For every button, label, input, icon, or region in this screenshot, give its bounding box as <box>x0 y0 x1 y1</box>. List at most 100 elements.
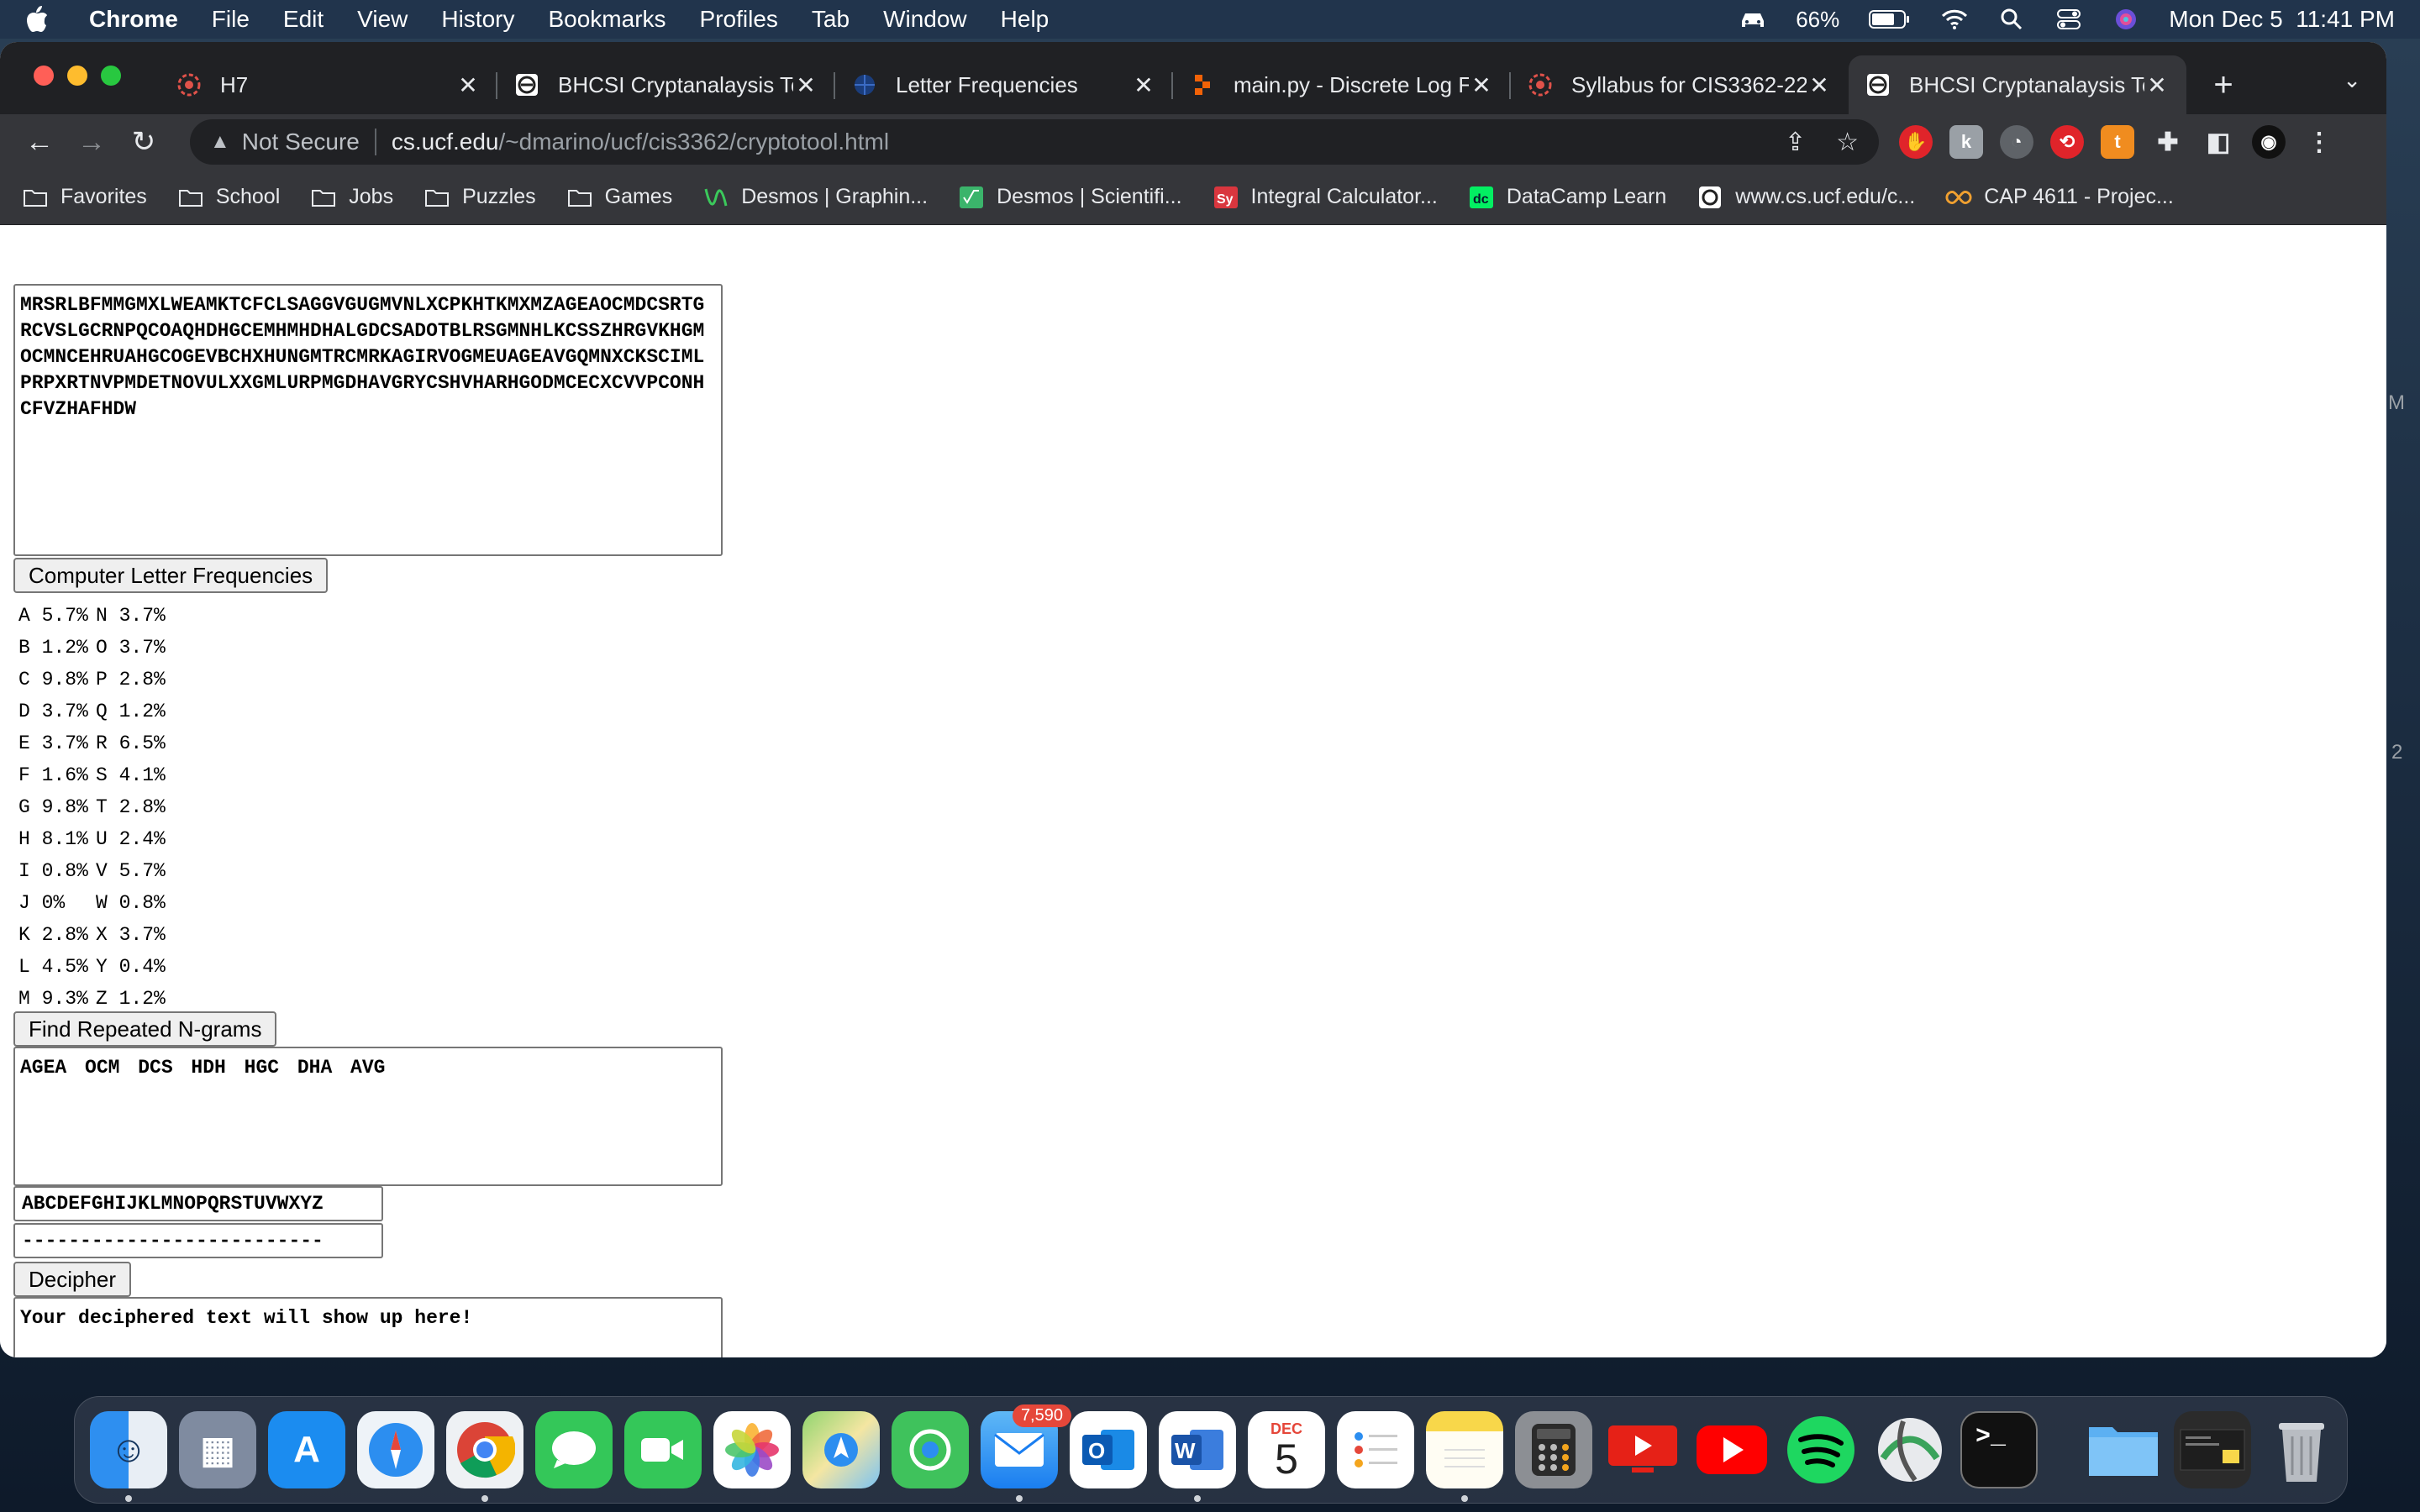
youtube-studio-icon[interactable] <box>1604 1411 1681 1488</box>
tab-search-chevron-icon[interactable]: ⌄ <box>2343 67 2361 93</box>
menu-view[interactable]: View <box>357 6 408 33</box>
tab-title: main.py - Discrete Log F <box>1234 71 1469 97</box>
deciphered-output[interactable]: Your deciphered text will show up here! <box>13 1297 723 1357</box>
facetime-icon[interactable] <box>624 1411 702 1488</box>
profile-avatar[interactable]: ◉ <box>2252 125 2286 159</box>
bookmark-favorites[interactable]: Favorites <box>22 185 147 209</box>
extensions-puzzle-icon[interactable]: ✚ <box>2151 125 2185 159</box>
siri-icon[interactable] <box>2112 8 2140 31</box>
mail-icon[interactable]: 7,590 <box>981 1404 1071 1502</box>
close-tab-icon[interactable]: ✕ <box>1469 71 1494 99</box>
extension-sync-icon[interactable]: ⟲ <box>2050 125 2084 159</box>
wifi-icon[interactable] <box>1940 8 1969 31</box>
tab-bhcsi-1[interactable]: BHCSI Cryptanalaysis To ✕ <box>497 55 835 114</box>
spotlight-search-icon[interactable] <box>1997 8 2026 31</box>
tab-title: Letter Frequencies <box>896 71 1078 97</box>
bookmark-cap4611[interactable]: CAP 4611 - Projec... <box>1945 185 2174 209</box>
calculator-icon[interactable] <box>1515 1411 1592 1488</box>
menu-help[interactable]: Help <box>1001 6 1050 33</box>
cipher-alphabet-field[interactable]: -------------------------- <box>13 1223 383 1258</box>
menu-file[interactable]: File <box>212 6 250 33</box>
close-window-button[interactable] <box>34 66 54 86</box>
maps-icon[interactable] <box>802 1411 880 1488</box>
ngram-output[interactable]: AGEA OCM DCS HDH HGC DHA AVG <box>13 1047 723 1186</box>
share-icon[interactable]: ⇪ <box>1785 128 1806 157</box>
zoom-window-button[interactable] <box>101 66 121 86</box>
spotify-icon[interactable] <box>1782 1411 1860 1488</box>
bookmark-datacamp[interactable]: dc DataCamp Learn <box>1468 185 1666 209</box>
bookmark-desmos-graphing[interactable]: Desmos | Graphin... <box>702 185 928 209</box>
bookmark-desmos-scientific[interactable]: Desmos | Scientifi... <box>958 185 1182 209</box>
bookmark-star-icon[interactable]: ☆ <box>1836 128 1859 157</box>
chrome-menu-icon[interactable]: ⋮ <box>2302 125 2336 159</box>
downloads-folder-icon[interactable] <box>2085 1411 2162 1488</box>
ciphertext-input[interactable]: MRSRLBFMMGMXLWEAMKTCFCLSAGGVGUGMVNLXCPKH… <box>13 284 723 556</box>
launchpad-icon[interactable]: ▦ <box>179 1411 256 1488</box>
address-bar[interactable]: ▲ Not Secure cs.ucf.edu /~dmarino/ucf/ci… <box>190 119 1879 165</box>
screenshot-preview-icon[interactable] <box>2174 1411 2251 1488</box>
trash-icon[interactable] <box>2263 1411 2340 1488</box>
app-store-icon[interactable]: A <box>268 1411 345 1488</box>
adblock-extension-icon[interactable]: ✋ <box>1899 125 1933 159</box>
decipher-button[interactable]: Decipher <box>13 1262 132 1297</box>
close-tab-icon[interactable]: ✕ <box>455 71 481 99</box>
extension-k-icon[interactable]: k <box>1949 125 1983 159</box>
messages-icon[interactable] <box>535 1411 613 1488</box>
bookmark-cs-ucf[interactable]: www.cs.ucf.edu/c... <box>1697 185 1915 209</box>
safari-icon[interactable] <box>357 1411 434 1488</box>
side-panel-icon[interactable]: ◧ <box>2202 125 2235 159</box>
calendar-icon[interactable]: DEC 5 <box>1248 1411 1325 1488</box>
bookmark-puzzles[interactable]: Puzzles <box>424 185 536 209</box>
tab-h7[interactable]: H7 ✕ <box>160 55 497 114</box>
tab-main-py[interactable]: main.py - Discrete Log F ✕ <box>1173 55 1511 114</box>
menu-tab[interactable]: Tab <box>812 6 850 33</box>
menu-app-chrome[interactable]: Chrome <box>89 6 178 33</box>
bookmark-games[interactable]: Games <box>566 185 672 209</box>
notes-icon[interactable] <box>1426 1411 1503 1502</box>
outlook-icon[interactable]: O <box>1070 1411 1147 1488</box>
warning-triangle-icon[interactable]: ▲ <box>210 130 230 154</box>
mail-unread-badge: 7,590 <box>1012 1404 1071 1427</box>
not-secure-label[interactable]: Not Secure <box>242 129 360 155</box>
youtube-icon[interactable] <box>1693 1411 1770 1488</box>
find-my-icon[interactable] <box>892 1411 969 1488</box>
menu-window[interactable]: Window <box>883 6 967 33</box>
close-tab-icon[interactable]: ✕ <box>1807 71 1832 99</box>
tab-letter-frequencies[interactable]: Letter Frequencies ✕ <box>835 55 1173 114</box>
close-tab-icon[interactable]: ✕ <box>2144 71 2170 99</box>
find-ngrams-button[interactable]: Find Repeated N-grams <box>13 1011 277 1047</box>
menu-edit[interactable]: Edit <box>283 6 324 33</box>
reload-button[interactable]: ↻ <box>121 119 166 165</box>
chrome-icon[interactable] <box>446 1411 523 1502</box>
reminders-icon[interactable] <box>1337 1411 1414 1488</box>
compute-frequencies-button[interactable]: Computer Letter Frequencies <box>13 558 329 593</box>
bookmark-integral-calculator[interactable]: Sy Integral Calculator... <box>1213 185 1438 209</box>
menubar-clock[interactable]: Mon Dec 5 11:41 PM <box>2169 6 2395 33</box>
car-icon[interactable] <box>1739 8 1767 31</box>
plain-alphabet-field[interactable]: ABCDEFGHIJKLMNOPQRSTUVWXYZ <box>13 1186 383 1221</box>
word-icon[interactable]: W <box>1159 1411 1236 1502</box>
globe-icon <box>852 72 877 97</box>
terminal-icon[interactable]: >_ <box>1960 1411 2038 1488</box>
close-tab-icon[interactable]: ✕ <box>793 71 818 99</box>
apple-icon[interactable] <box>25 5 50 34</box>
minimize-window-button[interactable] <box>67 66 87 86</box>
close-tab-icon[interactable]: ✕ <box>1131 71 1156 99</box>
bookmark-school[interactable]: School <box>177 185 280 209</box>
menu-history[interactable]: History <box>441 6 514 33</box>
bookmark-jobs[interactable]: Jobs <box>310 185 393 209</box>
network-globe-icon[interactable] <box>1871 1411 1949 1488</box>
menu-profiles[interactable]: Profiles <box>700 6 778 33</box>
back-button[interactable]: ← <box>17 119 62 165</box>
tab-bhcsi-active[interactable]: BHCSI Cryptanalaysis To ✕ <box>1849 55 2186 114</box>
menu-bookmarks[interactable]: Bookmarks <box>548 6 666 33</box>
extension-pin-icon[interactable]: ◔ <box>2000 125 2033 159</box>
tab-syllabus[interactable]: Syllabus for CIS3362-22 ✕ <box>1511 55 1849 114</box>
photos-icon[interactable] <box>713 1411 791 1488</box>
battery-icon[interactable] <box>1868 8 1912 31</box>
extension-t-icon[interactable]: t <box>2101 125 2134 159</box>
finder-icon[interactable]: ☺ <box>90 1411 167 1502</box>
control-center-icon[interactable] <box>2054 8 2083 31</box>
forward-button[interactable]: → <box>69 119 114 165</box>
new-tab-button[interactable]: + <box>2198 66 2249 104</box>
